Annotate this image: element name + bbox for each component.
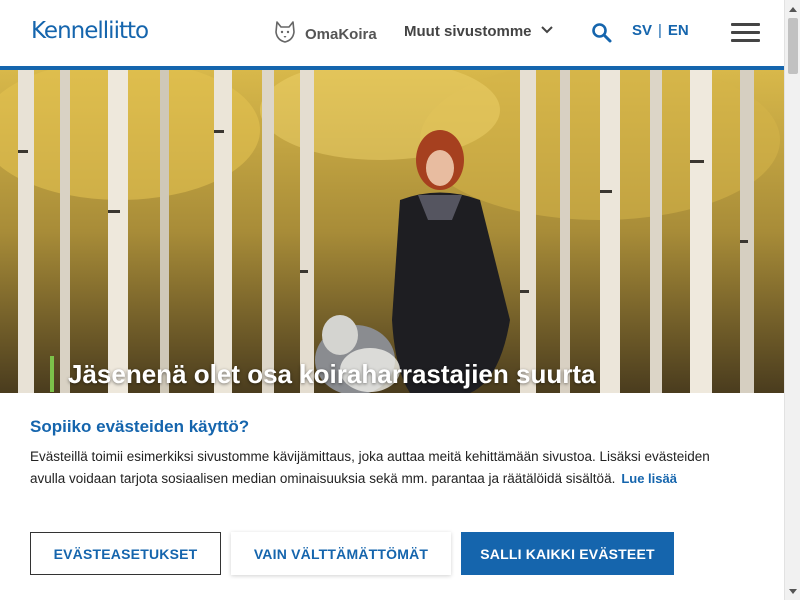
hero-banner: Jäsenenä olet osa koiraharrastajien suur… bbox=[0, 70, 784, 393]
kennelliitto-logo[interactable]: Kennelliitto bbox=[31, 18, 149, 44]
lang-separator: | bbox=[658, 22, 662, 39]
scrollbar-thumb[interactable] bbox=[788, 18, 798, 74]
site-header: Kennelliitto OmaKoira Muut sivustomme SV bbox=[0, 0, 784, 66]
hero-title: Jäsenenä olet osa koiraharrastajien suur… bbox=[50, 356, 595, 392]
cookie-consent-panel: Sopiiko evästeiden käyttö? Evästeillä to… bbox=[0, 393, 784, 600]
cookie-settings-button[interactable]: EVÄSTEASETUKSET bbox=[30, 532, 221, 575]
lang-sv-link[interactable]: SV bbox=[632, 22, 652, 39]
only-necessary-button[interactable]: VAIN VÄLTTÄMÄTTÖMÄT bbox=[231, 532, 451, 575]
other-sites-label: Muut sivustomme bbox=[404, 22, 532, 40]
search-button[interactable] bbox=[591, 22, 613, 49]
cookie-description: Evästeillä toimii esimerkiksi sivustomme… bbox=[30, 446, 710, 490]
allow-all-cookies-button[interactable]: SALLI KAIKKI EVÄSTEET bbox=[461, 532, 674, 575]
lang-en-link[interactable]: EN bbox=[668, 22, 689, 39]
dog-head-icon bbox=[273, 20, 297, 49]
cookie-title: Sopiiko evästeiden käyttö? bbox=[30, 417, 250, 436]
read-more-link[interactable]: Lue lisää bbox=[621, 471, 677, 486]
chevron-down-icon bbox=[540, 22, 554, 40]
cookie-text: Evästeillä toimii esimerkiksi sivustomme… bbox=[30, 449, 710, 486]
omakoira-label: OmaKoira bbox=[305, 26, 377, 43]
hamburger-menu-icon[interactable] bbox=[731, 23, 760, 43]
search-icon bbox=[591, 23, 613, 48]
arrow-up-icon[interactable] bbox=[785, 0, 800, 17]
other-sites-dropdown[interactable]: Muut sivustomme bbox=[404, 22, 554, 40]
language-switcher: SV | EN bbox=[632, 22, 689, 39]
arrow-down-icon[interactable] bbox=[785, 583, 800, 600]
hero-image bbox=[0, 70, 784, 393]
page-scrollbar[interactable] bbox=[784, 0, 800, 600]
omakoira-link[interactable]: OmaKoira bbox=[273, 20, 377, 49]
